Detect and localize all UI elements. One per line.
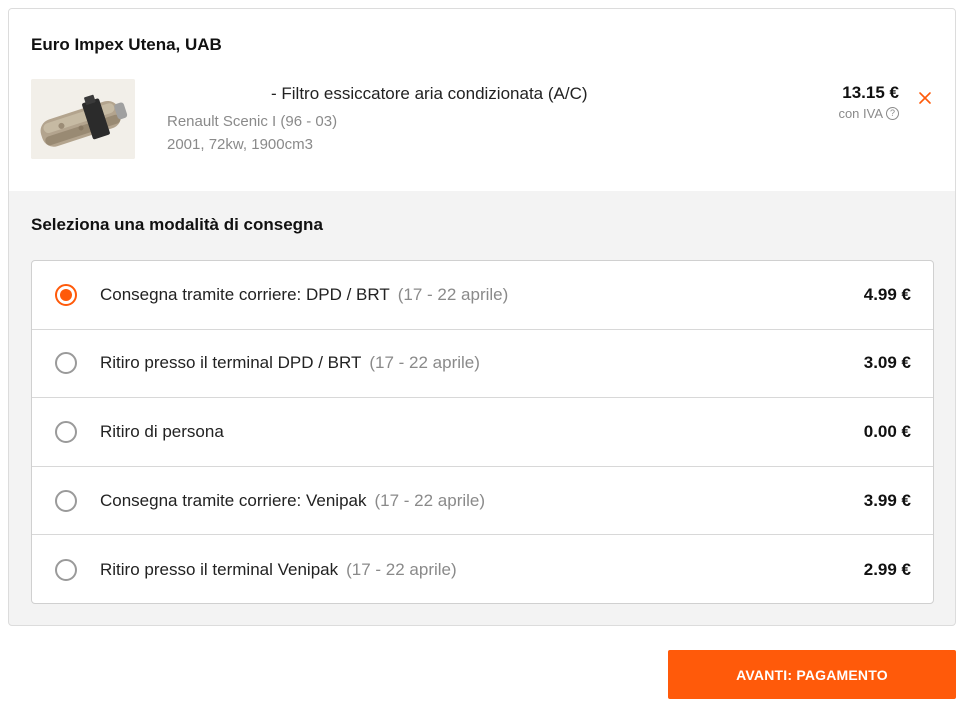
product-car-spec: 2001, 72kw, 1900cm3 [167, 136, 313, 153]
radio-button[interactable] [55, 283, 77, 306]
delivery-price: 4.99 € [863, 284, 911, 304]
delivery-option-label: Consegna tramite corriere: Venipak (17 - … [100, 491, 485, 511]
delivery-option-venipak-terminal[interactable]: Ritiro presso il terminal Venipak (17 - 2… [32, 535, 933, 603]
delivery-option-label: Ritiro di persona [100, 422, 224, 442]
delivery-method-name: Ritiro di persona [100, 421, 224, 441]
delivery-method-name: Ritiro presso il terminal DPD / BRT [100, 353, 362, 373]
help-icon[interactable]: ? [886, 107, 899, 120]
vat-note: con IVA ? [838, 106, 899, 121]
close-icon[interactable] [917, 90, 933, 106]
delivery-dates: (17 - 22 aprile) [346, 559, 457, 579]
delivery-option-dpd-terminal[interactable]: Ritiro presso il terminal DPD / BRT (17 -… [32, 330, 933, 399]
delivery-dates: (17 - 22 aprile) [374, 490, 486, 510]
delivery-price: 0.00 € [863, 421, 911, 441]
delivery-option-venipak-courier[interactable]: Consegna tramite corriere: Venipak (17 - … [32, 467, 933, 536]
delivery-option-label: Consegna tramite corriere: DPD / BRT (17 … [100, 285, 508, 305]
delivery-dates: (17 - 22 aprile) [369, 353, 480, 373]
delivery-option-pickup[interactable]: Ritiro di persona 0.00 € [32, 398, 933, 467]
radio-button[interactable] [55, 420, 77, 443]
product-price: 13.15 € [842, 83, 899, 102]
filter-drier-icon [31, 79, 135, 159]
delivery-dates: (17 - 22 aprile) [397, 284, 509, 304]
product-car-model: Renault Scenic I (96 - 03) [167, 113, 338, 130]
delivery-option-dpd-courier[interactable]: Consegna tramite corriere: DPD / BRT (17 … [32, 261, 933, 330]
cart-card: Euro Impex Utena, UAB - Filtro essiccato… [8, 8, 956, 626]
delivery-price: 3.99 € [863, 490, 911, 510]
radio-button[interactable] [55, 558, 77, 581]
delivery-option-label: Ritiro presso il terminal DPD / BRT (17 -… [100, 353, 480, 373]
vat-label: con IVA [838, 106, 883, 121]
product-image[interactable] [31, 79, 135, 159]
delivery-price: 3.09 € [863, 353, 911, 373]
radio-button[interactable] [55, 352, 77, 375]
delivery-section-title: Seleziona una modalità di consegna [31, 215, 323, 234]
delivery-option-label: Ritiro presso il terminal Venipak (17 - 2… [100, 560, 457, 580]
radio-button[interactable] [55, 489, 77, 512]
delivery-method-name: Consegna tramite corriere: DPD / BRT [100, 284, 390, 304]
delivery-method-name: Ritiro presso il terminal Venipak [100, 559, 339, 579]
delivery-options: Consegna tramite corriere: DPD / BRT (17 … [31, 260, 934, 604]
seller-name: Euro Impex Utena, UAB [31, 35, 222, 54]
delivery-method-name: Consegna tramite corriere: Venipak [100, 490, 367, 510]
seller-block: Euro Impex Utena, UAB - Filtro essiccato… [9, 9, 955, 191]
product-title[interactable]: - Filtro essiccatore aria condizionata (… [271, 84, 588, 104]
delivery-price: 2.99 € [863, 559, 911, 579]
next-payment-button[interactable]: AVANTI: PAGAMENTO [668, 650, 956, 699]
